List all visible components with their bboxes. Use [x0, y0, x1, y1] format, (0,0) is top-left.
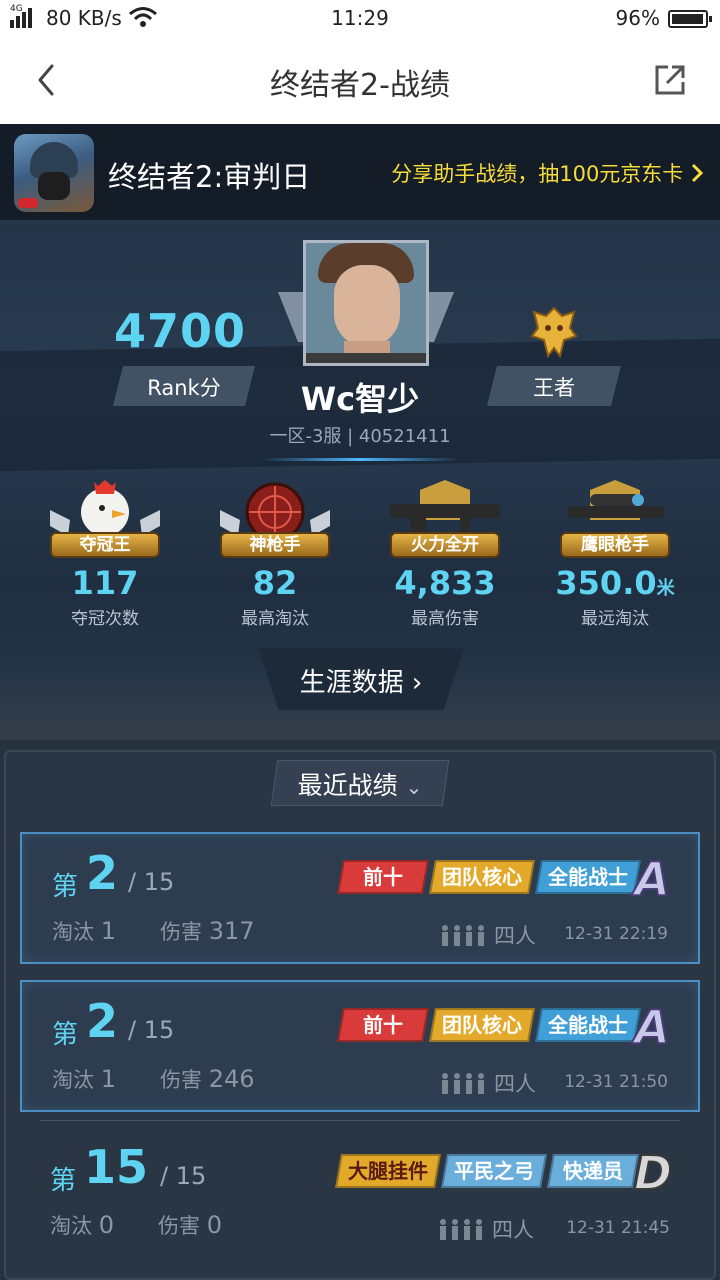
stat-value: 117	[71, 564, 139, 602]
promo-link[interactable]: 分享助手战绩，抽100元京东卡	[391, 158, 704, 188]
team-mode: 四人	[494, 1072, 536, 1096]
stat-kills[interactable]: 神枪手 82 最高淘汰	[190, 470, 360, 630]
place-total: / 15	[128, 1016, 175, 1044]
share-icon[interactable]	[654, 64, 686, 96]
grade: A	[633, 999, 671, 1055]
stat-value: 4,833	[394, 564, 496, 602]
match-row[interactable]: 第 2 / 15 前十 团队核心 全能战士 A 淘汰 1 伤害 317 四人 1…	[20, 832, 700, 964]
status-bar: 4G 80 KB/s 11:29 96%	[0, 0, 720, 36]
place-total: / 15	[160, 1162, 207, 1190]
tag: 团队核心	[429, 860, 535, 894]
profile-section: 4700 Rank分 Wc智少 一区-3服 | 40521411 王者 夺冠王 …	[0, 220, 720, 740]
title-bar: 终结者2-战绩	[0, 36, 720, 124]
battery-percent: 96%	[615, 6, 660, 30]
damage: 伤害 317	[160, 917, 255, 945]
stats-row: 夺冠王 117 夺冠次数 神枪手 82 最高淘汰 火力全开 4,833 最高伤害	[20, 470, 700, 630]
tag-list: 前十 团队核心 全能战士	[337, 860, 641, 894]
squad-icon	[440, 1219, 482, 1240]
stat-distance[interactable]: 鹰眼枪手 350.0米 最远淘汰	[530, 470, 700, 630]
place-prefix: 第	[50, 1166, 77, 1196]
battery-icon	[668, 10, 712, 28]
divider-glow	[260, 458, 460, 461]
place-prefix: 第	[52, 872, 79, 902]
career-data-button[interactable]: 生涯数据 ›	[258, 648, 464, 710]
place-number: 2	[86, 994, 119, 1048]
career-data-label: 生涯数据 ›	[299, 668, 423, 698]
chevron-down-icon: ⌄	[405, 775, 423, 799]
stat-damage[interactable]: 火力全开 4,833 最高伤害	[360, 470, 530, 630]
stat-caption: 最远淘汰	[581, 609, 649, 629]
stat-value: 82	[252, 564, 298, 602]
rank-score: 4700	[114, 304, 247, 358]
damage: 伤害 246	[160, 1065, 255, 1093]
stat-badge: 夺冠王	[50, 532, 160, 558]
place-number: 15	[84, 1140, 149, 1194]
stat-caption: 最高伤害	[411, 609, 479, 629]
match-row[interactable]: 第 2 / 15 前十 团队核心 全能战士 A 淘汰 1 伤害 246 四人 1…	[20, 980, 700, 1112]
game-banner[interactable]: 终结者2:审判日 分享助手战绩，抽100元京东卡	[0, 124, 720, 220]
game-icon	[14, 134, 94, 212]
match-date: 12-31 21:50	[564, 1072, 668, 1092]
tag: 大腿挂件	[335, 1154, 441, 1188]
stat-badge: 鹰眼枪手	[560, 532, 670, 558]
stat-wins[interactable]: 夺冠王 117 夺冠次数	[20, 470, 190, 630]
recent-matches-dropdown[interactable]: 最近战绩 ⌄	[270, 760, 450, 806]
recent-matches-label: 最近战绩	[297, 771, 398, 800]
tag: 快递员	[547, 1154, 639, 1188]
tag: 全能战士	[535, 860, 641, 894]
match-date: 12-31 21:45	[566, 1218, 670, 1238]
stat-value: 350.0米	[555, 564, 675, 602]
avatar[interactable]	[303, 240, 429, 366]
row-divider	[40, 1120, 680, 1121]
tier-label: 王者	[533, 376, 575, 400]
kills: 淘汰 1	[52, 1065, 116, 1093]
grade: A	[633, 851, 671, 907]
chevron-right-icon	[690, 162, 704, 186]
place-prefix: 第	[52, 1020, 79, 1050]
king-tier-icon	[530, 306, 578, 358]
team-mode: 四人	[494, 924, 536, 948]
tag: 团队核心	[429, 1008, 535, 1042]
place-total: / 15	[128, 868, 175, 896]
grade: D	[633, 1145, 673, 1201]
tag: 全能战士	[535, 1008, 641, 1042]
tag: 平民之弓	[441, 1154, 547, 1188]
stat-badge: 神枪手	[220, 532, 330, 558]
tag-list: 前十 团队核心 全能战士	[337, 1008, 641, 1042]
player-server: 一区-3服 | 40521411	[269, 426, 451, 447]
tag: 前十	[337, 860, 429, 894]
match-date: 12-31 22:19	[564, 924, 668, 944]
team-mode: 四人	[492, 1218, 534, 1242]
stat-caption: 最高淘汰	[241, 609, 309, 629]
kills: 淘汰 0	[50, 1211, 114, 1239]
clock: 11:29	[331, 6, 389, 30]
squad-icon	[442, 1073, 484, 1094]
place-number: 2	[86, 846, 119, 900]
squad-icon	[442, 925, 484, 946]
damage: 伤害 0	[158, 1211, 222, 1239]
tag: 前十	[337, 1008, 429, 1042]
stat-caption: 夺冠次数	[71, 609, 139, 629]
tag-list: 大腿挂件 平民之弓 快递员	[335, 1154, 639, 1188]
match-row[interactable]: 第 15 / 15 大腿挂件 平民之弓 快递员 D 淘汰 0 伤害 0 四人 1…	[20, 1128, 700, 1260]
page-title: 终结者2-战绩	[270, 68, 450, 103]
game-name: 终结者2:审判日	[108, 160, 311, 194]
stat-badge: 火力全开	[390, 532, 500, 558]
promo-text: 分享助手战绩，抽100元京东卡	[391, 162, 684, 186]
kills: 淘汰 1	[52, 917, 116, 945]
